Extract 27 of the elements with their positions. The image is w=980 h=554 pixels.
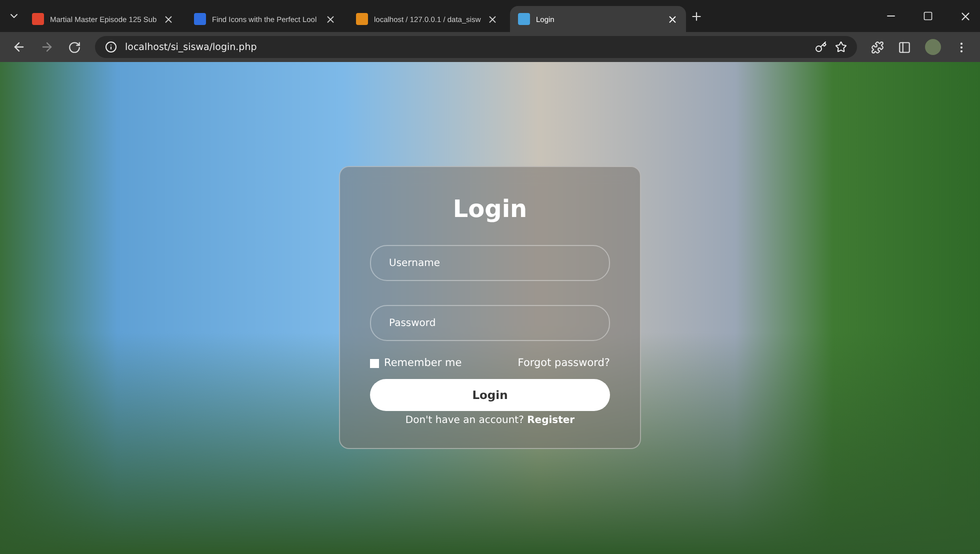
- login-title: Login: [452, 195, 528, 223]
- remember-checkbox[interactable]: [370, 358, 379, 368]
- favicon-icon: [356, 13, 368, 25]
- maximize-icon[interactable]: [923, 11, 933, 21]
- favicon-icon: [518, 13, 530, 25]
- new-tab-icon[interactable]: [690, 10, 703, 22]
- remember-label: Remember me: [384, 357, 462, 369]
- key-icon[interactable]: [815, 41, 827, 53]
- info-icon[interactable]: [105, 41, 117, 53]
- profile-avatar[interactable]: [925, 39, 941, 55]
- address-bar[interactable]: localhost/si_siswa/login.php: [95, 36, 857, 58]
- close-icon[interactable]: [959, 10, 972, 22]
- close-icon[interactable]: [163, 14, 174, 24]
- extensions-icon[interactable]: [871, 40, 884, 54]
- bookmark-icon[interactable]: [835, 41, 847, 53]
- login-button[interactable]: Login: [370, 379, 610, 411]
- close-icon[interactable]: [667, 14, 678, 24]
- favicon-icon: [194, 13, 206, 25]
- register-link[interactable]: Register: [527, 415, 575, 426]
- close-icon[interactable]: [487, 14, 498, 24]
- forward-icon[interactable]: [40, 40, 54, 54]
- back-icon[interactable]: [12, 40, 26, 54]
- favicon-icon: [32, 13, 44, 25]
- close-icon[interactable]: [325, 14, 336, 24]
- register-prompt: Don't have an account? Register: [405, 415, 575, 426]
- reload-icon[interactable]: [68, 40, 81, 54]
- side-panel-icon[interactable]: [898, 40, 911, 54]
